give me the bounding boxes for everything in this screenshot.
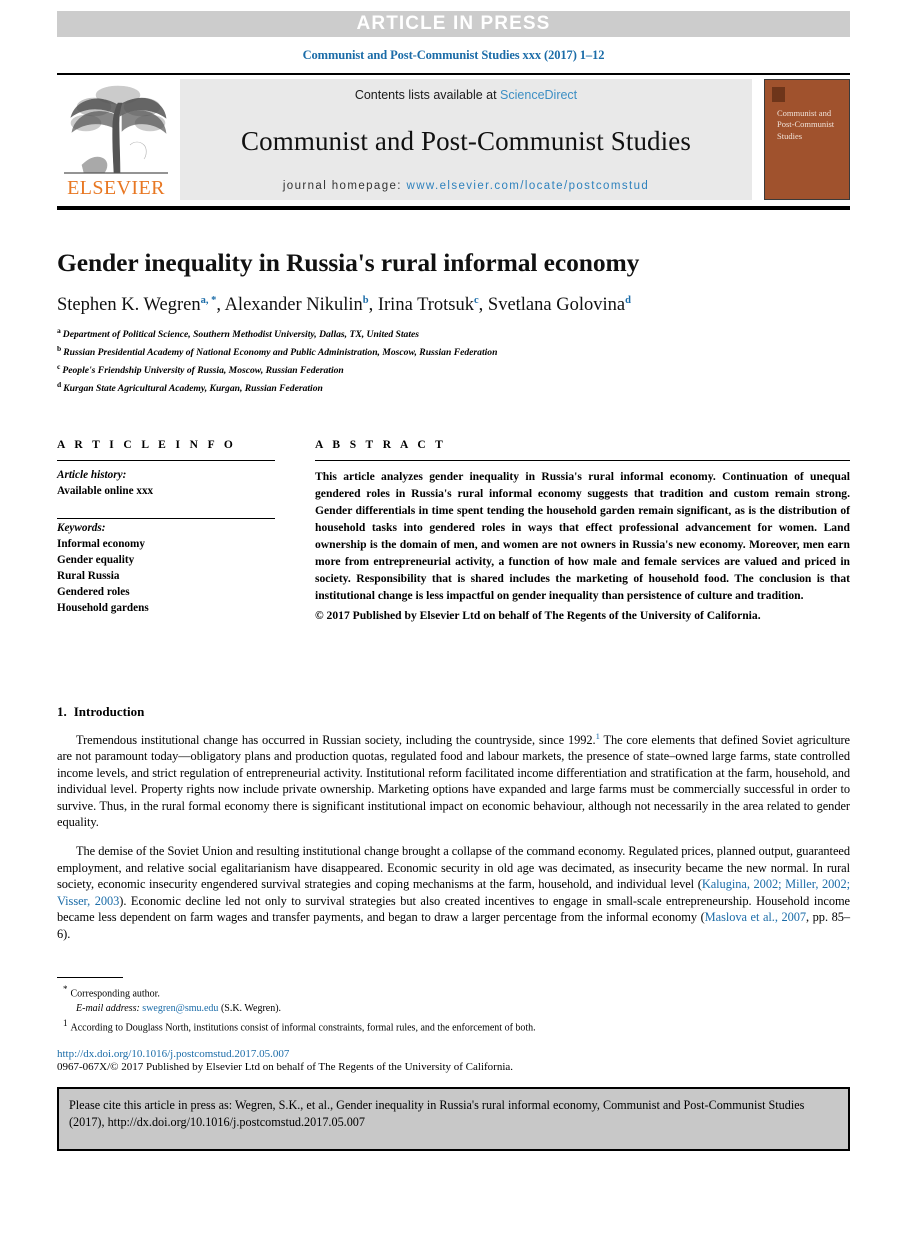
abstract-text: This article analyzes gender inequality … [315, 470, 850, 602]
section-title: Introduction [73, 703, 145, 719]
footnote-note-1-text: According to Douglass North, institution… [70, 1022, 536, 1034]
keywords-label: Keywords: [57, 522, 106, 535]
affiliation-text: Department of Political Science, Souther… [62, 329, 420, 341]
cite-this-article-text: Please cite this article in press as: We… [69, 1098, 805, 1130]
footnote-separator-rule [57, 977, 123, 979]
keyword-item: Informal economy [57, 538, 145, 551]
sciencedirect-link[interactable]: ScienceDirect [500, 88, 577, 102]
footnote-corresponding-author: * Corresponding author. [63, 983, 850, 1002]
corresponding-author-text: Corresponding author. [70, 988, 160, 1000]
elsevier-logo: ELSEVIER [57, 79, 175, 200]
footnote-email: E-mail address: swegren@smu.edu (S.K. We… [63, 1002, 850, 1017]
running-head: Communist and Post-Communist Studies xxx… [302, 48, 605, 62]
cover-elsevier-icon [772, 87, 785, 102]
article-history-value: Available online xxx [57, 485, 154, 498]
affiliation-text: Russian Presidential Academy of National… [63, 347, 498, 359]
elsevier-wordmark: ELSEVIER [67, 177, 165, 199]
journal-homepage-link[interactable]: www.elsevier.com/locate/postcomstud [407, 180, 650, 192]
keywords-block: Keywords: Informal economy Gender equali… [57, 521, 275, 616]
keywords-rule [57, 518, 275, 520]
journal-homepage-line: journal homepage: www.elsevier.com/locat… [180, 180, 752, 192]
intro-p1-part-b: The core elements that defined Soviet ag… [57, 732, 850, 830]
article-history-block: Article history: Available online xxx [57, 468, 275, 500]
author-name[interactable]: Alexander Nikulin [225, 295, 363, 315]
author-sep: , [368, 295, 378, 316]
article-in-press-banner: ARTICLE IN PRESS [57, 11, 850, 37]
abstract-copyright: © 2017 Published by Elsevier Ltd on beha… [315, 608, 761, 622]
footnote-number: 1 [63, 1018, 68, 1029]
issn-copyright-line: 0967-067X/© 2017 Published by Elsevier L… [57, 1061, 514, 1074]
cite-this-article-box: Please cite this article in press as: We… [57, 1087, 850, 1151]
intro-paragraph-2: The demise of the Soviet Union and resul… [57, 843, 850, 942]
header-bottom-rule [57, 206, 850, 210]
section-number: 1. [57, 703, 67, 719]
author-sep: , [478, 295, 488, 316]
elsevier-tree-icon [64, 85, 168, 177]
journal-masthead: ELSEVIER Contents lists available at Sci… [57, 79, 850, 200]
section-heading-introduction: 1. Introduction [57, 704, 850, 720]
affiliation-item: d Kurgan State Agricultural Academy, Kurg… [57, 379, 850, 397]
affiliation-item: a Department of Political Science, Southe… [57, 325, 850, 343]
keyword-item: Rural Russia [57, 569, 120, 582]
article-in-press-label: ARTICLE IN PRESS [356, 13, 551, 34]
article-info-column: A R T I C L E I N F O Article history: A… [57, 439, 293, 621]
homepage-label: journal homepage: [282, 180, 407, 192]
keyword-item: Gendered roles [57, 585, 130, 598]
abstract-label: A B S T R A C T [315, 439, 447, 452]
intro-paragraph-1: Tremendous institutional change has occu… [57, 731, 850, 831]
article-history-label: Article history: [57, 469, 127, 482]
author-name[interactable]: Stephen K. Wegren [57, 295, 201, 315]
cover-title-text: Communist and Post-Communist Studies [777, 108, 835, 141]
affiliation-list: a Department of Political Science, Southe… [57, 325, 850, 396]
article-page: ARTICLE IN PRESS Communist and Post-Comm… [0, 11, 907, 1249]
journal-title: Communist and Post-Communist Studies [241, 125, 691, 156]
footnote-block: * Corresponding author. E-mail address: s… [57, 983, 850, 1036]
contents-list-line: Contents lists available at ScienceDirec… [180, 88, 752, 102]
header-top-rule [57, 73, 850, 75]
author-affil-mark: a, * [200, 295, 217, 307]
email-link[interactable]: swegren@smu.edu [142, 1003, 218, 1014]
info-abstract-row: A R T I C L E I N F O Article history: A… [57, 439, 850, 622]
contents-prefix: Contents lists available at [354, 88, 501, 102]
author-sep: , [216, 295, 225, 316]
abstract-column: A B S T R A C T This article analyzes ge… [293, 439, 850, 622]
author-list: Stephen K. Wegrena, *, Alexander Nikulin… [57, 295, 850, 316]
page-title: Gender inequality in Russia's rural info… [57, 248, 640, 277]
affiliation-item: c People's Friendship University of Russi… [57, 361, 850, 379]
article-info-label: A R T I C L E I N F O [57, 439, 237, 452]
intro-p1-part-a: Tremendous institutional change has occu… [76, 732, 596, 747]
affiliation-text: Kurgan State Agricultural Academy, Kurga… [63, 382, 323, 394]
journal-cover-thumbnail: Communist and Post-Communist Studies [764, 79, 850, 200]
footnote-note-1: 1 According to Douglass North, institutio… [63, 1017, 850, 1036]
author-name[interactable]: Irina Trotsuk [378, 295, 474, 315]
abstract-rule [315, 460, 850, 462]
journal-masthead-center: Contents lists available at ScienceDirec… [180, 79, 752, 200]
email-suffix: (S.K. Wegren). [218, 1003, 282, 1015]
asterisk-icon: * [63, 984, 68, 995]
email-label: E-mail address: [76, 1003, 143, 1015]
keyword-item: Household gardens [57, 601, 149, 614]
article-info-rule [57, 460, 275, 462]
author-affil-mark: d [625, 295, 631, 307]
affiliation-item: b Russian Presidential Academy of Nationa… [57, 343, 850, 361]
doi-link[interactable]: http://dx.doi.org/10.1016/j.postcomstud.… [57, 1048, 850, 1060]
citation-link[interactable]: Maslova et al., 2007 [705, 910, 806, 924]
keyword-item: Gender equality [57, 553, 135, 566]
affiliation-text: People's Friendship University of Russia… [62, 364, 344, 376]
author-name[interactable]: Svetlana Golovina [488, 295, 625, 315]
